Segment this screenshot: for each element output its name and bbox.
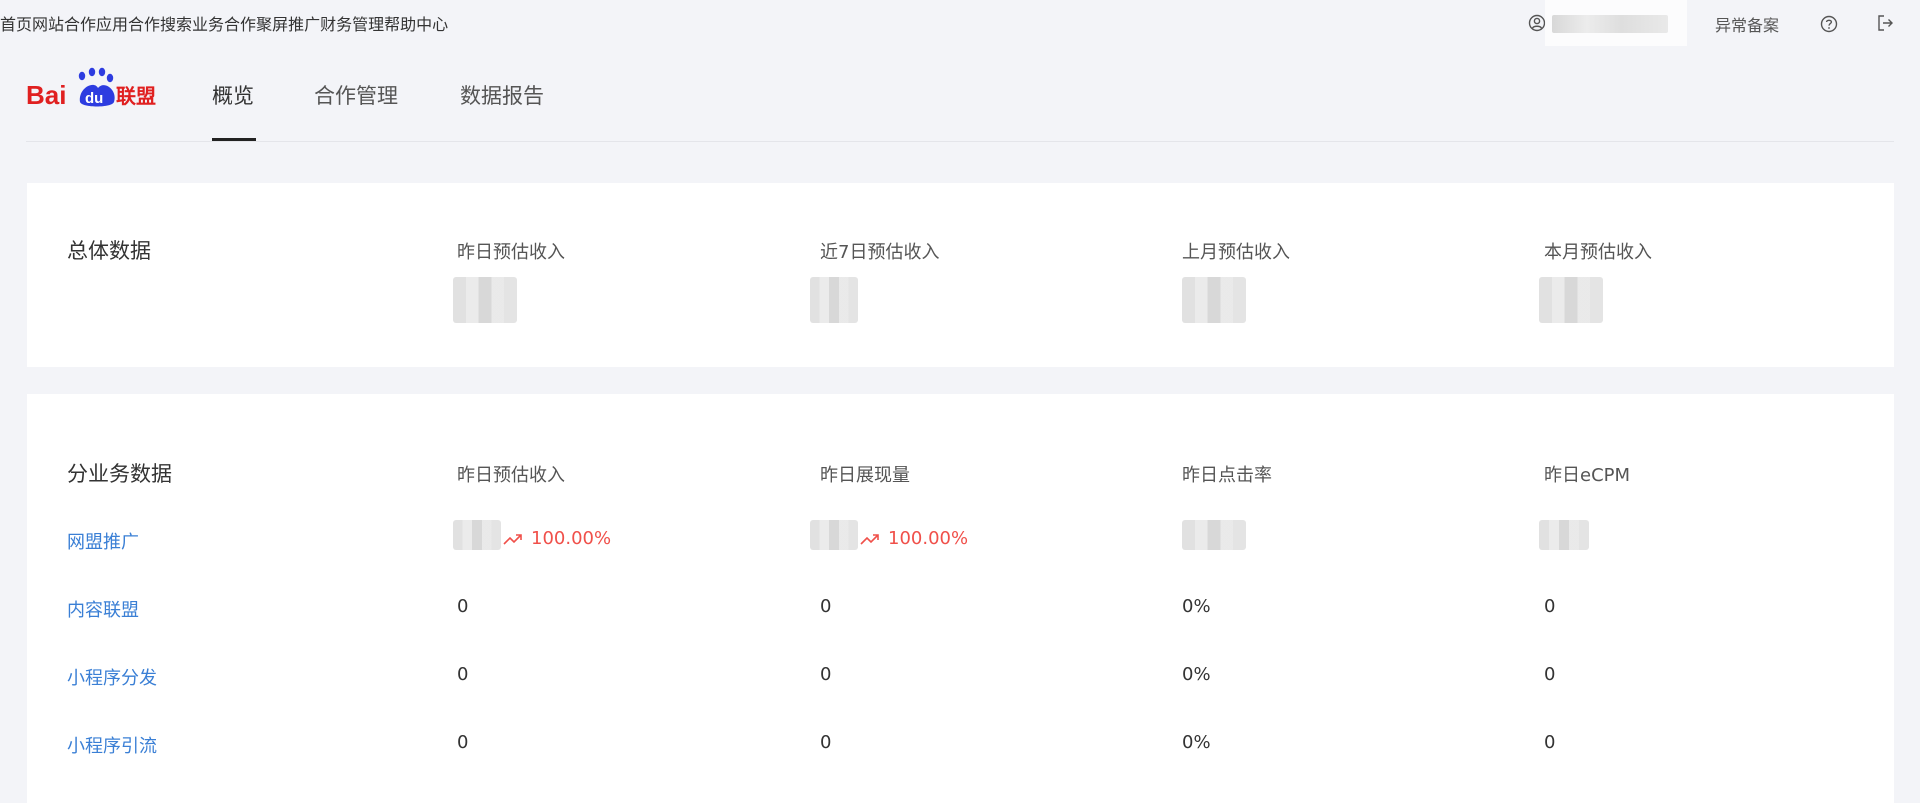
overall-7days-mask xyxy=(810,277,858,323)
wangmeng-impressions-mask xyxy=(810,520,858,550)
wangmeng-ecpm-mask xyxy=(1539,520,1589,550)
wangmeng-impressions-trend-value: 100.00% xyxy=(888,528,969,549)
content-union-impressions: 0 xyxy=(820,596,832,617)
logo-bai-text: Bai xyxy=(26,80,66,110)
miniprogram-traffic-impressions: 0 xyxy=(820,732,832,753)
brand-row: Bai du 联盟 概览 合作管理 数据报告 xyxy=(0,46,1920,142)
biz-link-content-union[interactable]: 内容联盟 xyxy=(67,596,139,622)
logo-du-text: du xyxy=(85,90,103,107)
miniprogram-traffic-ctr: 0% xyxy=(1182,732,1211,753)
nav-website-cooperation[interactable]: 网站合作 xyxy=(32,11,96,35)
username-mask[interactable] xyxy=(1552,15,1668,33)
nav-finance[interactable]: 财务管理 xyxy=(320,11,384,35)
logo-union-text: 联盟 xyxy=(116,84,156,108)
trend-up-icon xyxy=(503,533,522,545)
tab-overview[interactable]: 概览 xyxy=(212,80,254,110)
biz-link-miniprogram-traffic[interactable]: 小程序引流 xyxy=(67,732,157,758)
miniprogram-distribution-impressions: 0 xyxy=(820,664,832,685)
business-data-card: 分业务数据 昨日预估收入 昨日展现量 昨日点击率 昨日eCPM 网盟推广 100… xyxy=(27,394,1894,803)
nav-app-cooperation[interactable]: 应用合作 xyxy=(96,11,160,35)
nav-screen-promotion[interactable]: 聚屏推广 xyxy=(256,11,320,35)
wangmeng-revenue-trend: 100.00% xyxy=(503,528,611,549)
business-col-ctr: 昨日点击率 xyxy=(1182,465,1272,486)
overall-col-this-month: 本月预估收入 xyxy=(1544,242,1652,263)
wangmeng-impressions-trend: 100.00% xyxy=(860,528,968,549)
nav-search-cooperation[interactable]: 搜索业务合作 xyxy=(160,11,256,35)
overall-this-month-mask xyxy=(1539,277,1603,323)
wangmeng-revenue-mask xyxy=(453,520,501,550)
overall-data-card: 总体数据 昨日预估收入 近7日预估收入 上月预估收入 本月预估收入 xyxy=(27,183,1894,367)
logout-icon[interactable] xyxy=(1876,14,1894,32)
overall-col-yesterday: 昨日预估收入 xyxy=(457,242,565,263)
overall-yesterday-mask xyxy=(453,277,517,323)
header-divider xyxy=(26,141,1894,142)
miniprogram-traffic-revenue: 0 xyxy=(457,732,469,753)
biz-link-miniprogram-distribution[interactable]: 小程序分发 xyxy=(67,664,157,690)
baidu-union-logo[interactable]: Bai du 联盟 xyxy=(26,66,158,110)
content-union-ecpm: 0 xyxy=(1544,596,1556,617)
tab-cooperation-management[interactable]: 合作管理 xyxy=(314,80,398,110)
overall-title: 总体数据 xyxy=(67,239,151,263)
nav-help-center[interactable]: 帮助中心 xyxy=(384,11,448,35)
biz-link-wangmeng[interactable]: 网盟推广 xyxy=(67,528,139,554)
tab-data-report[interactable]: 数据报告 xyxy=(460,80,544,110)
wangmeng-revenue-trend-value: 100.00% xyxy=(531,528,612,549)
overall-col-last-month: 上月预估收入 xyxy=(1182,242,1290,263)
business-col-impressions: 昨日展现量 xyxy=(820,465,910,486)
wangmeng-ctr-mask xyxy=(1182,520,1246,550)
nav-home[interactable]: 首页 xyxy=(0,11,32,35)
overall-last-month-mask xyxy=(1182,277,1246,323)
help-icon[interactable] xyxy=(1820,15,1838,33)
user-icon[interactable] xyxy=(1528,14,1546,32)
miniprogram-traffic-ecpm: 0 xyxy=(1544,732,1556,753)
content-union-ctr: 0% xyxy=(1182,596,1211,617)
business-col-ecpm: 昨日eCPM xyxy=(1544,465,1631,486)
top-bar: 首页 网站合作 应用合作 搜索业务合作 聚屏推广 财务管理 帮助中心 异常备案 xyxy=(0,0,1920,46)
trend-up-icon xyxy=(860,533,879,545)
business-title: 分业务数据 xyxy=(67,462,172,486)
miniprogram-distribution-ctr: 0% xyxy=(1182,664,1211,685)
miniprogram-distribution-revenue: 0 xyxy=(457,664,469,685)
business-col-revenue: 昨日预估收入 xyxy=(457,465,565,486)
overall-col-7days: 近7日预估收入 xyxy=(820,242,940,263)
miniprogram-distribution-ecpm: 0 xyxy=(1544,664,1556,685)
nav-abnormal-filing[interactable]: 异常备案 xyxy=(1715,12,1779,36)
content-union-revenue: 0 xyxy=(457,596,469,617)
